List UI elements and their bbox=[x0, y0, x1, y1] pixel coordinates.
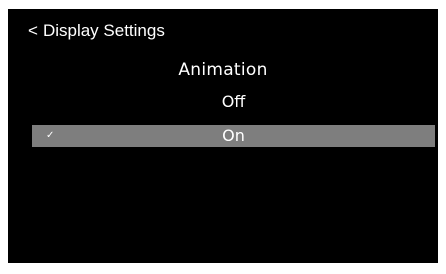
option-label: On bbox=[222, 126, 245, 145]
option-label: Off bbox=[221, 92, 246, 111]
back-navigation[interactable]: < Display Settings bbox=[28, 21, 165, 41]
page-title: Display Settings bbox=[42, 21, 165, 40]
option-on[interactable]: ✓ On bbox=[32, 125, 435, 147]
option-off[interactable]: Off bbox=[32, 91, 435, 113]
display-screen: < Display Settings Animation Off ✓ On bbox=[8, 9, 438, 263]
section-title: Animation bbox=[178, 60, 268, 80]
option-list: Off ✓ On bbox=[32, 91, 435, 159]
back-chevron-icon: < bbox=[28, 21, 38, 40]
